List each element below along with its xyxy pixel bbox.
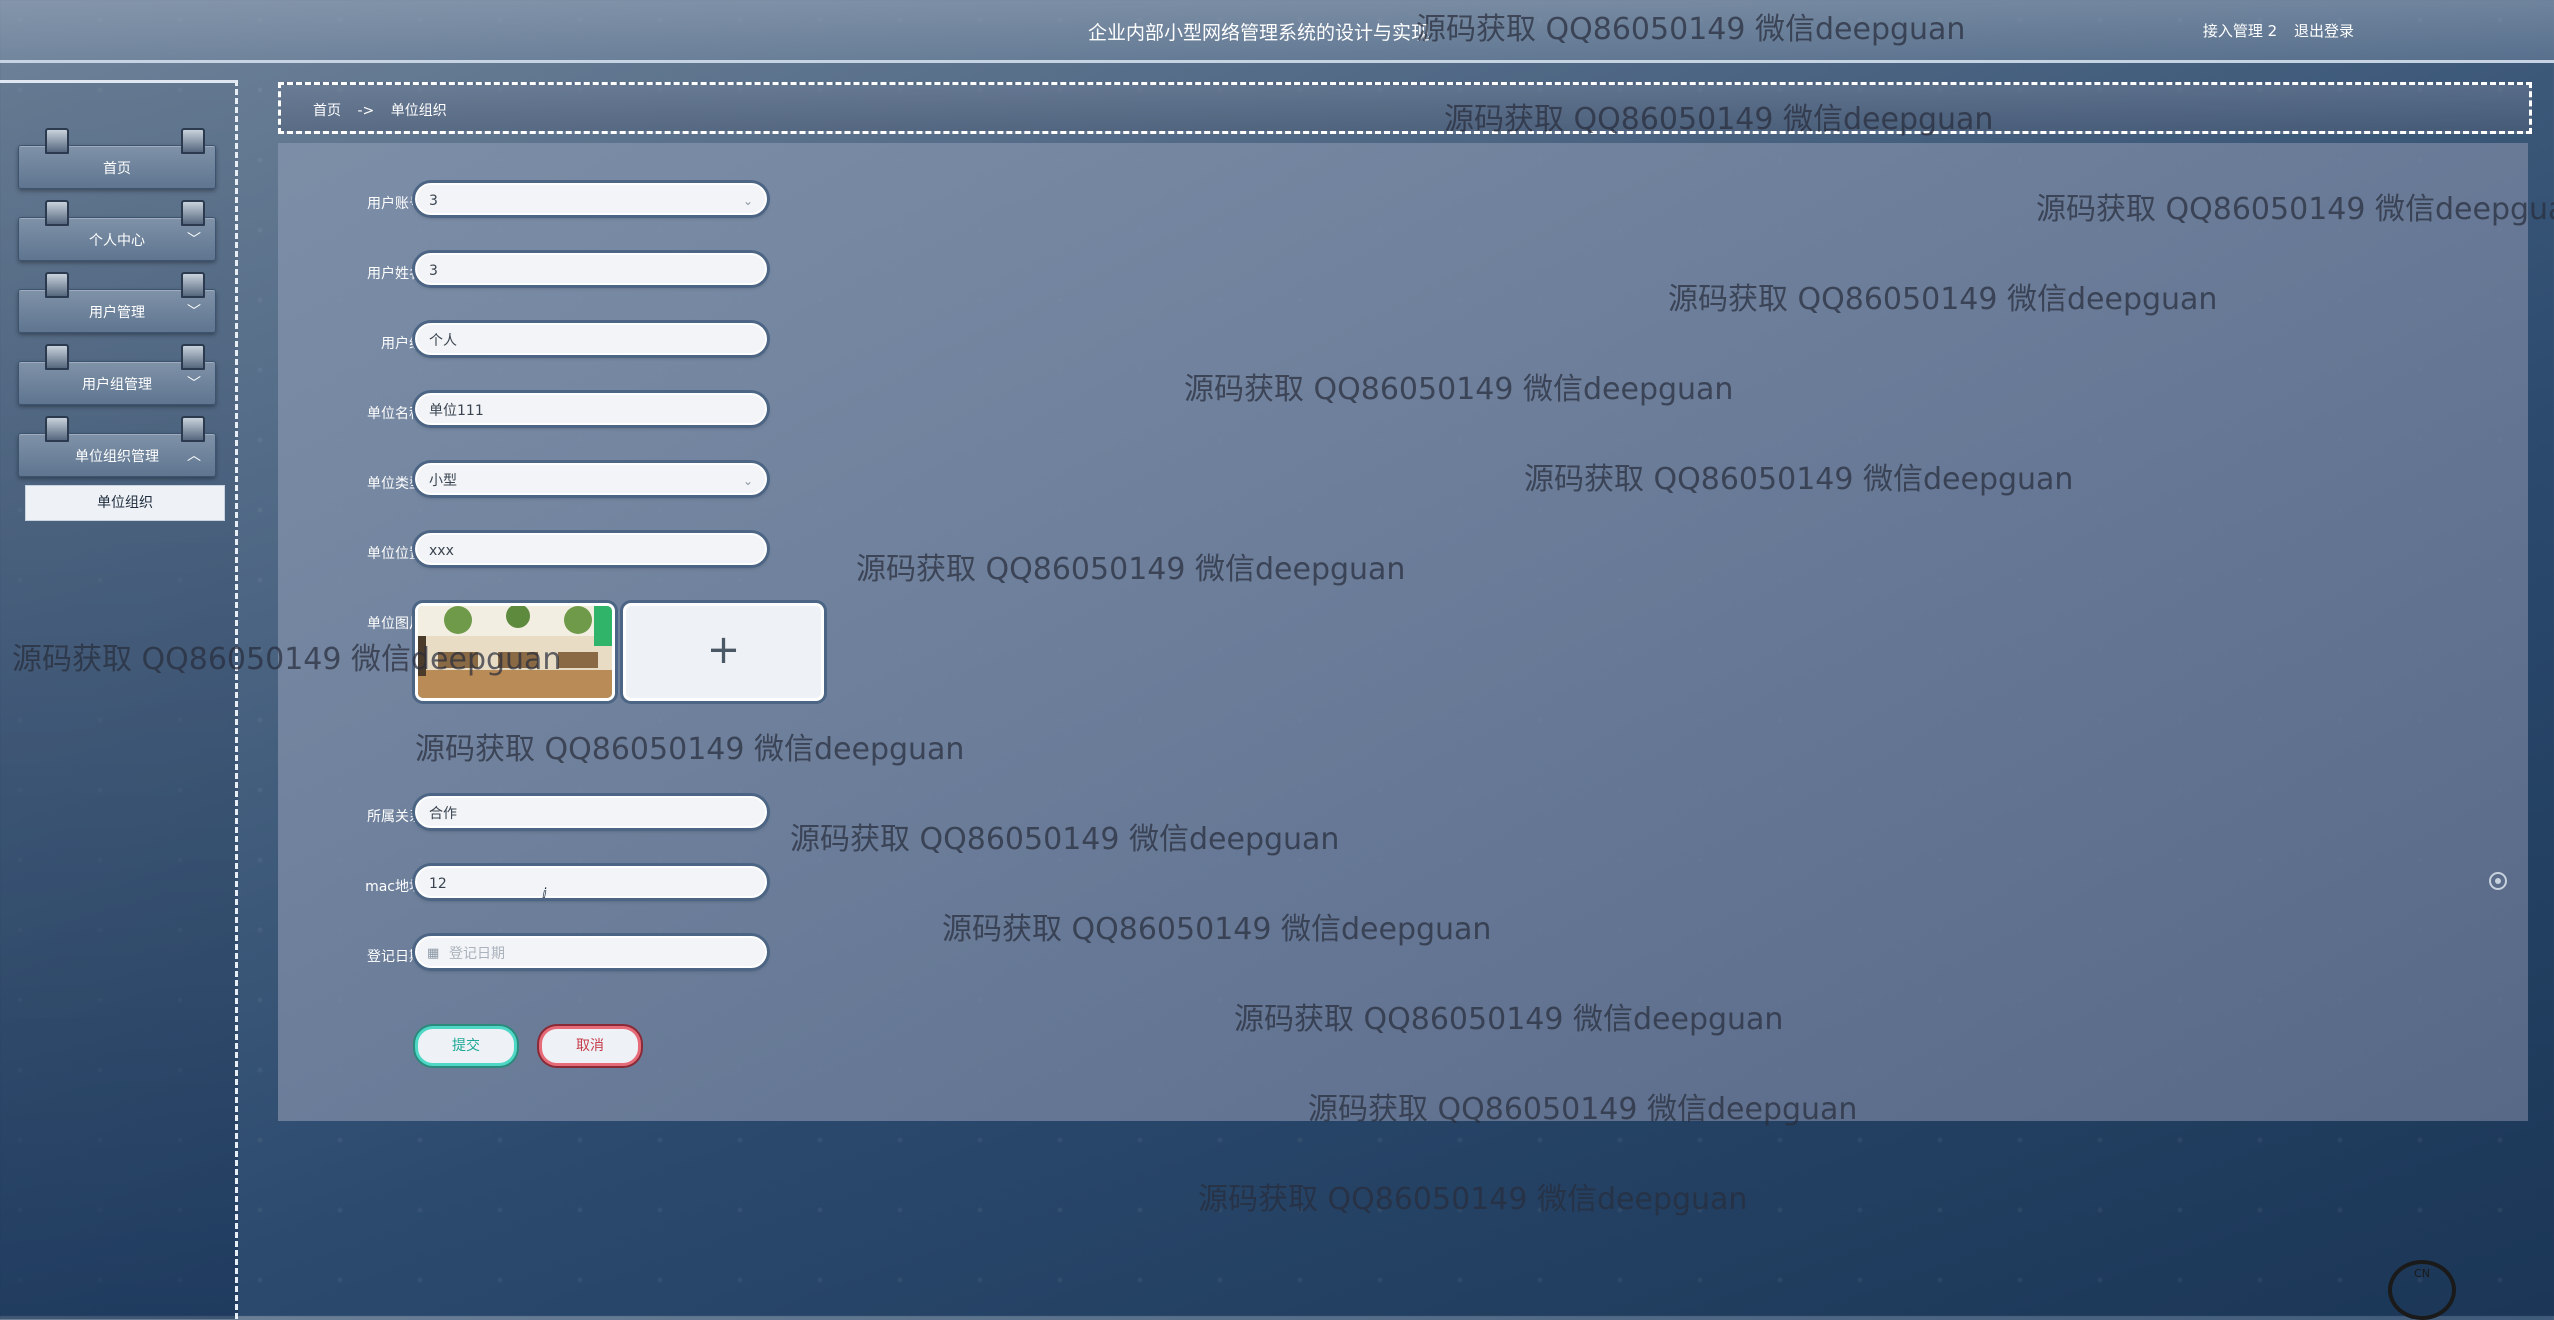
- field-label: 用户组: [381, 336, 423, 352]
- field-label: 所属关系: [367, 809, 423, 825]
- account-select[interactable]: 3 ⌄: [415, 183, 767, 215]
- sidebar-item-usergroup-management[interactable]: 用户组管理 ﹀: [18, 344, 216, 405]
- unit-type-value: 小型: [429, 473, 457, 489]
- group-field[interactable]: [415, 323, 767, 355]
- field-label: 登记日期: [367, 949, 423, 965]
- username-field[interactable]: [415, 253, 767, 285]
- unit-name-input[interactable]: [429, 396, 729, 424]
- mac-field[interactable]: [415, 866, 767, 898]
- clip-decoration: [45, 416, 69, 442]
- sidebar-item-label: 单位组织管理: [75, 449, 159, 465]
- field-label: 用户账号: [367, 196, 423, 212]
- register-date-field[interactable]: ▦: [415, 936, 767, 968]
- unit-type-select[interactable]: 小型 ⌄: [415, 463, 767, 495]
- breadcrumb: 首页 -> 单位组织: [278, 82, 2532, 134]
- sidebar-item-unit-management[interactable]: 单位组织管理 ︿: [18, 416, 216, 477]
- field-label: 单位名称: [367, 406, 423, 422]
- form-panel: 用户账号 3 ⌄ 用户姓名 用户组 单位名称 单位类型 小型 ⌄ 单位位置: [278, 143, 2528, 1121]
- current-user: 接入管理 2: [2202, 22, 2278, 40]
- upload-image-button[interactable]: +: [623, 603, 824, 701]
- unit-location-input[interactable]: [429, 537, 729, 565]
- chevron-up-icon: ︿: [187, 448, 201, 464]
- sidebar-item-label: 用户管理: [89, 305, 145, 321]
- clip-decoration: [181, 272, 205, 298]
- breadcrumb-home[interactable]: 首页: [313, 103, 341, 119]
- sidebar-item-user-management[interactable]: 用户管理 ﹀: [18, 272, 216, 333]
- relation-field[interactable]: [415, 796, 767, 828]
- field-label: 用户姓名: [367, 266, 423, 282]
- clip-decoration: [45, 344, 69, 370]
- clip-decoration: [45, 200, 69, 226]
- user-info: 接入管理 2 退出登录: [2191, 20, 2354, 41]
- chevron-down-icon: ⌄: [742, 474, 753, 488]
- chevron-down-icon: ⌄: [742, 194, 753, 208]
- cancel-button[interactable]: 取消: [539, 1026, 641, 1066]
- submit-button[interactable]: 提交: [415, 1026, 517, 1066]
- watermark: 源码获取 QQ86050149 微信deepguan: [1198, 1182, 1748, 1217]
- username-input[interactable]: [429, 257, 729, 285]
- calendar-icon: ▦: [427, 946, 440, 961]
- unit-location-field[interactable]: [415, 533, 767, 565]
- logout-link[interactable]: 退出登录: [2294, 22, 2354, 40]
- field-label: mac地址: [365, 879, 423, 895]
- clip-decoration: [181, 200, 205, 226]
- clip-decoration: [45, 272, 69, 298]
- app-title: 企业内部小型网络管理系统的设计与实现: [1088, 22, 1431, 44]
- unit-image-thumbnail[interactable]: [415, 603, 615, 701]
- breadcrumb-current: 单位组织: [390, 103, 447, 119]
- clip-decoration: [181, 128, 205, 154]
- sidebar: 首页 个人中心 ﹀ 用户管理 ﹀ 用户组管理 ﹀ 单位组织管理 ︿ 单位组织: [0, 80, 238, 1319]
- clip-decoration: [181, 416, 205, 442]
- field-label: 单位图片: [367, 616, 423, 632]
- breadcrumb-separator: ->: [357, 103, 375, 119]
- sidebar-item-personal-center[interactable]: 个人中心 ﹀: [18, 200, 216, 261]
- field-label: 单位类型: [367, 476, 423, 492]
- chevron-down-icon: ﹀: [187, 304, 201, 320]
- register-date-input[interactable]: [429, 940, 749, 968]
- clip-decoration: [181, 344, 205, 370]
- submenu-item-unit-organization[interactable]: 单位组织: [25, 485, 225, 521]
- sidebar-item-label: 首页: [103, 161, 131, 177]
- top-bar: 企业内部小型网络管理系统的设计与实现 接入管理 2 退出登录: [0, 0, 2554, 63]
- account-value: 3: [429, 193, 438, 209]
- sidebar-item-label: 个人中心: [89, 233, 145, 249]
- sidebar-item-home[interactable]: 首页: [18, 128, 216, 189]
- corner-logo: CN: [2388, 1260, 2456, 1320]
- plus-icon: +: [706, 627, 741, 673]
- clip-decoration: [45, 128, 69, 154]
- chevron-down-icon: ﹀: [187, 376, 201, 392]
- relation-input[interactable]: [429, 799, 729, 827]
- sidebar-item-label: 用户组管理: [82, 377, 152, 393]
- mac-input[interactable]: [429, 870, 729, 898]
- target-icon[interactable]: [2489, 872, 2507, 890]
- unit-name-field[interactable]: [415, 393, 767, 425]
- field-label: 单位位置: [367, 546, 423, 562]
- group-input[interactable]: [429, 326, 729, 354]
- chevron-down-icon: ﹀: [187, 232, 201, 248]
- text-cursor-icon: ⅈ: [542, 886, 547, 902]
